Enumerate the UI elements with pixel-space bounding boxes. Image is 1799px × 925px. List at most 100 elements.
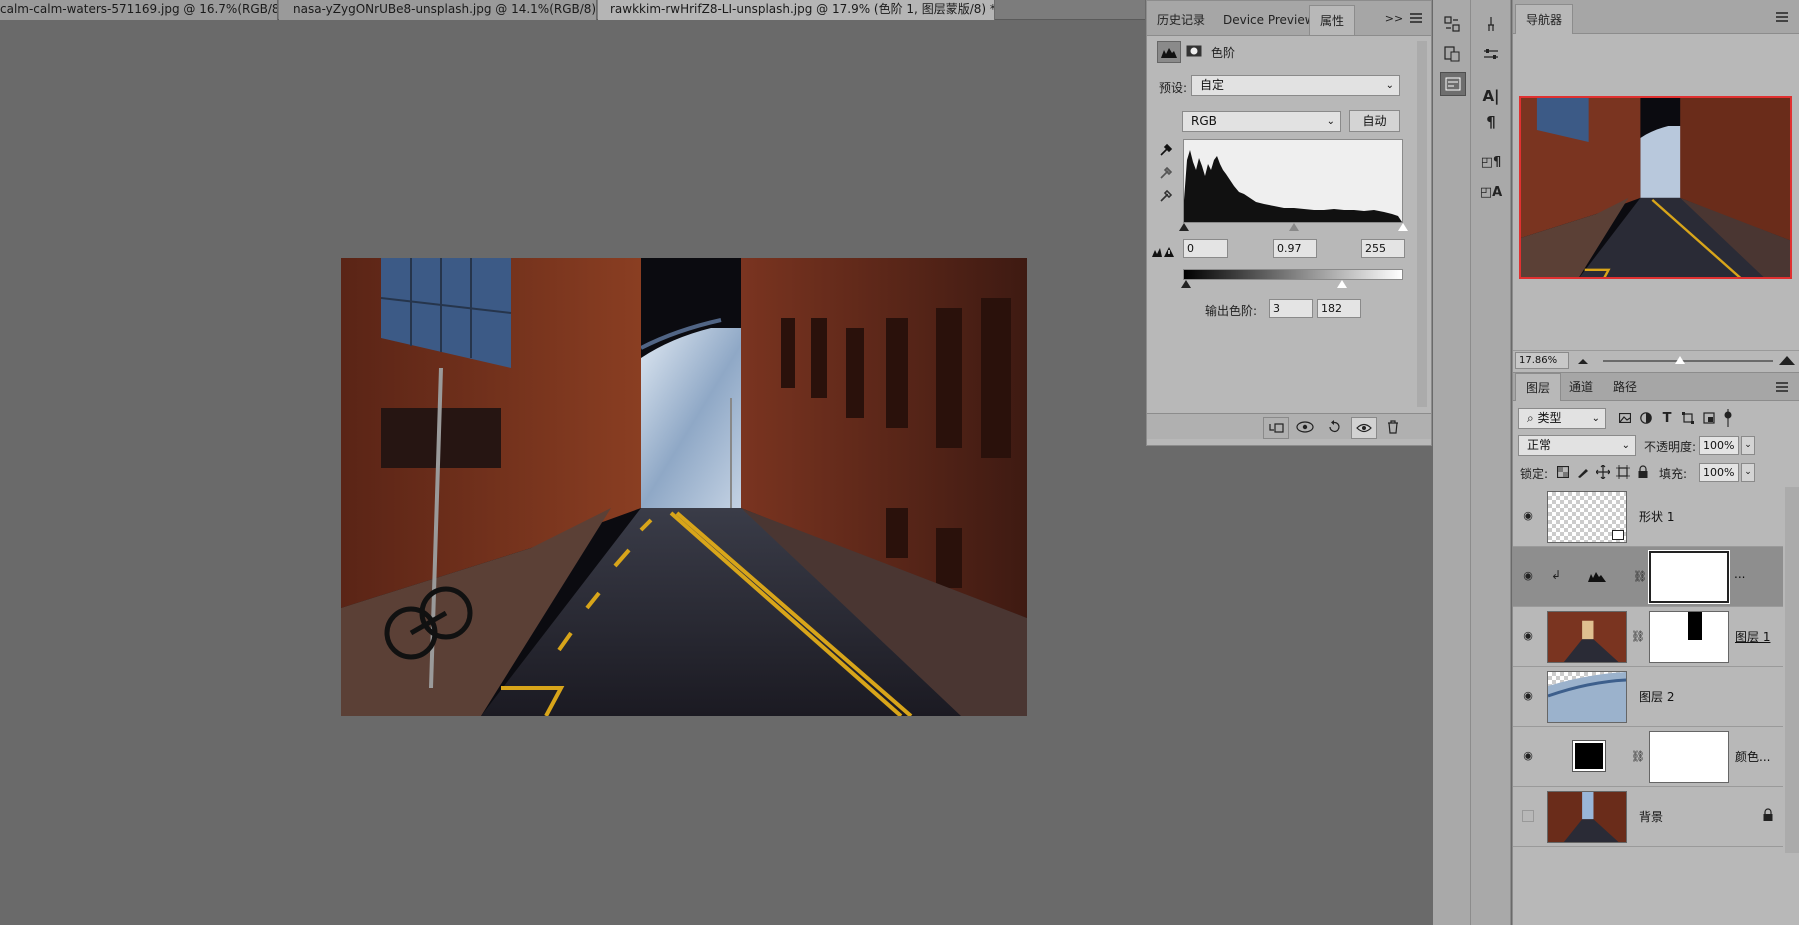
filter-pixel-icon[interactable]: [1617, 410, 1633, 426]
layer-row-levels[interactable]: ◉ ↲ ⛓ ...: [1513, 547, 1783, 607]
opacity-field[interactable]: 100%: [1699, 436, 1739, 455]
character-panel-icon[interactable]: A|: [1481, 86, 1501, 106]
layer-row-layer-2[interactable]: ◉ 图层 2: [1513, 667, 1783, 727]
input-white-field[interactable]: 255: [1361, 239, 1405, 258]
output-white-field[interactable]: 182: [1317, 299, 1361, 318]
visibility-eye-icon[interactable]: ◉: [1521, 690, 1535, 702]
doc-tab-calm-waters[interactable]: calm-calm-waters-571169.jpg @ 16.7%(RGB/…: [0, 0, 278, 20]
filter-type-icon[interactable]: T: [1659, 410, 1675, 426]
output-black-field[interactable]: 3: [1269, 299, 1313, 318]
black-point-eyedropper-icon[interactable]: [1157, 141, 1175, 159]
fill-field[interactable]: 100%: [1699, 463, 1739, 482]
paragraph-styles-icon[interactable]: ◰¶: [1481, 152, 1502, 172]
lock-transparent-pixels-icon[interactable]: [1555, 464, 1571, 480]
mask-shape: [1688, 612, 1702, 640]
filter-smart-object-icon[interactable]: [1701, 410, 1717, 426]
output-levels-slider[interactable]: [1181, 280, 1403, 290]
link-icon[interactable]: ⛓: [1633, 569, 1647, 583]
visibility-toggle-empty[interactable]: [1522, 810, 1534, 822]
input-gamma-field[interactable]: 0.97: [1273, 239, 1317, 258]
layers-scrollbar[interactable]: [1785, 487, 1799, 853]
layer-row-shape[interactable]: ◉ 形状 1: [1513, 487, 1783, 547]
lock-position-icon[interactable]: [1595, 464, 1611, 480]
visibility-eye-icon[interactable]: ◉: [1521, 510, 1535, 522]
properties-scrollbar[interactable]: [1417, 41, 1427, 407]
zoom-slider-thumb[interactable]: [1674, 356, 1685, 364]
navigator-thumbnail[interactable]: [1519, 96, 1792, 279]
zoom-in-icon[interactable]: [1779, 353, 1795, 367]
input-gamma-handle[interactable]: [1289, 223, 1299, 231]
gray-point-eyedropper-icon[interactable]: [1157, 164, 1175, 182]
adjustments-sliders-icon[interactable]: [1481, 44, 1501, 64]
paragraph-panel-icon[interactable]: ¶: [1481, 112, 1501, 132]
layer-name[interactable]: 图层 2: [1639, 688, 1674, 705]
properties-panel-icon[interactable]: [1440, 72, 1466, 96]
clipping-warning-icon[interactable]: [1151, 243, 1175, 259]
menu-icon[interactable]: [1775, 380, 1789, 394]
auto-button[interactable]: 自动: [1349, 110, 1400, 132]
link-icon[interactable]: ⛓: [1631, 629, 1645, 643]
lock-image-pixels-icon[interactable]: [1575, 464, 1591, 480]
tab-navigator[interactable]: 导航器: [1515, 4, 1574, 34]
link-icon[interactable]: ⛓: [1631, 749, 1645, 763]
blend-mode-select[interactable]: 正常 ⌄: [1518, 435, 1636, 456]
clip-to-layer-icon[interactable]: [1263, 417, 1289, 439]
layer-row-color-fill[interactable]: ◉ ⛓ 颜色...: [1513, 727, 1783, 787]
filter-shape-icon[interactable]: [1680, 410, 1696, 426]
output-black-handle[interactable]: [1181, 280, 1191, 288]
layer-mask-thumbnail[interactable]: [1649, 611, 1729, 663]
character-styles-icon[interactable]: ◰A: [1480, 182, 1502, 202]
menu-icon[interactable]: [1409, 11, 1423, 25]
zoom-slider[interactable]: [1603, 356, 1773, 364]
tab-history[interactable]: 历史记录: [1147, 5, 1215, 35]
layer-name[interactable]: 背景: [1639, 808, 1663, 825]
preset-select[interactable]: 自定 ⌄: [1191, 75, 1400, 96]
tab-channels[interactable]: 通道: [1559, 373, 1603, 401]
tab-properties[interactable]: 属性: [1309, 5, 1356, 35]
layer-name[interactable]: 图层 1: [1735, 628, 1770, 645]
lock-artboard-icon[interactable]: [1615, 464, 1631, 480]
brush-settings-icon[interactable]: [1481, 14, 1501, 34]
filter-toggle-icon[interactable]: [1721, 408, 1735, 428]
canvas-image[interactable]: [341, 258, 1027, 716]
collapsed-panel-strip: [1433, 0, 1471, 925]
double-chevron-right-icon[interactable]: >>: [1385, 11, 1403, 25]
history-panel-icon[interactable]: [1442, 14, 1462, 34]
white-point-eyedropper-icon[interactable]: [1157, 187, 1175, 205]
trash-icon[interactable]: [1381, 417, 1405, 437]
visibility-eye-icon[interactable]: ◉: [1521, 570, 1535, 582]
zoom-out-icon[interactable]: [1577, 354, 1589, 366]
fill-dropdown[interactable]: ⌄: [1741, 463, 1755, 482]
output-white-handle[interactable]: [1337, 280, 1347, 288]
tab-layers[interactable]: 图层: [1515, 373, 1562, 401]
layer-mask-thumbnail[interactable]: [1649, 731, 1729, 783]
visibility-eye-icon[interactable]: ◉: [1521, 750, 1535, 762]
doc-tab-nasa[interactable]: nasa-yZygONrUBe8-unsplash.jpg @ 14.1%(RG…: [279, 0, 597, 20]
layer-mask-icon[interactable]: [1183, 41, 1205, 61]
zoom-field[interactable]: 17.86%: [1515, 352, 1569, 369]
layer-mask-thumbnail[interactable]: [1649, 551, 1729, 603]
layer-name[interactable]: 形状 1: [1639, 508, 1674, 525]
menu-icon[interactable]: [1775, 10, 1789, 24]
tab-paths[interactable]: 路径: [1603, 373, 1647, 401]
lock-all-icon[interactable]: [1635, 464, 1651, 480]
layer-name[interactable]: 颜色...: [1735, 748, 1770, 765]
visibility-eye-icon[interactable]: ◉: [1521, 630, 1535, 642]
layer-row-layer-1[interactable]: ◉ ⛓ 图层 1: [1513, 607, 1783, 667]
visibility-eye-icon[interactable]: [1351, 417, 1377, 439]
input-levels-slider[interactable]: [1179, 223, 1408, 233]
layer-row-background[interactable]: 背景: [1513, 787, 1783, 847]
filter-adjustment-icon[interactable]: [1638, 410, 1654, 426]
color-fill-swatch[interactable]: [1572, 740, 1606, 772]
device-preview-icon[interactable]: [1442, 44, 1462, 64]
tab-device-preview[interactable]: Device Preview: [1213, 5, 1325, 35]
opacity-dropdown[interactable]: ⌄: [1741, 436, 1755, 455]
input-black-handle[interactable]: [1179, 223, 1189, 231]
input-black-field[interactable]: 0: [1183, 239, 1228, 258]
doc-tab-rawkkim[interactable]: rawkkim-rwHrifZ8-LI-unsplash.jpg @ 17.9%…: [598, 0, 995, 20]
channel-select[interactable]: RGB ⌄: [1182, 111, 1341, 132]
view-previous-state-icon[interactable]: [1293, 417, 1317, 437]
input-white-handle[interactable]: [1398, 223, 1408, 231]
layer-filter-select[interactable]: ⌕ 类型 ⌄: [1518, 408, 1606, 429]
reset-icon[interactable]: [1322, 417, 1346, 437]
